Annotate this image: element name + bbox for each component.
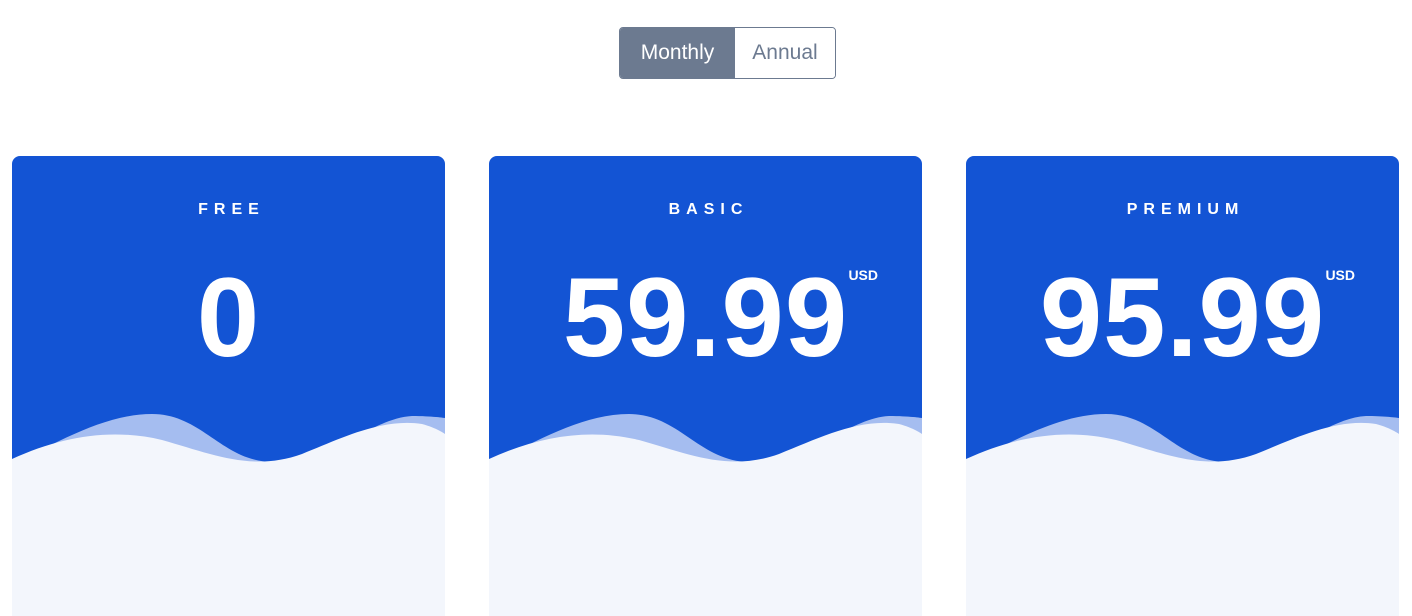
plan-price: 0 [196, 255, 261, 380]
billing-period-toggle: Monthly Annual [619, 27, 836, 79]
plan-name: BASIC [668, 201, 749, 218]
monthly-option[interactable]: Monthly [620, 28, 735, 78]
currency-label: USD [1325, 267, 1355, 283]
currency-label: USD [848, 267, 878, 283]
plan-name: FREE [198, 201, 265, 218]
wave-decoration [489, 414, 922, 486]
plan-card-premium: PREMIUM 95.99 USD [966, 156, 1399, 616]
plan-card-basic: BASIC 59.99 USD [489, 156, 922, 616]
plan-card-free: FREE 0 [12, 156, 445, 616]
wave-decoration [12, 414, 445, 486]
wave-decoration [966, 414, 1399, 486]
annual-option[interactable]: Annual [735, 28, 835, 78]
plan-name: PREMIUM [1126, 201, 1245, 218]
